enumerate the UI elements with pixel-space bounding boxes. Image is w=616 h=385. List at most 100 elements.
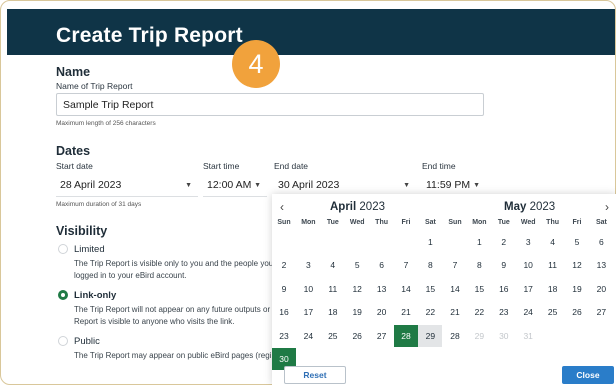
step-badge: 4 bbox=[232, 40, 280, 88]
calendar-day[interactable]: 18 bbox=[321, 301, 345, 323]
calendar-day[interactable]: 8 bbox=[467, 254, 491, 276]
weekday-header: Sun bbox=[277, 219, 291, 226]
calendar-day[interactable]: 21 bbox=[443, 301, 467, 323]
reset-button[interactable]: Reset bbox=[284, 366, 346, 384]
calendar-day[interactable]: 25 bbox=[541, 301, 565, 323]
option-label-limited: Limited bbox=[74, 244, 105, 255]
weekday-header: Mon bbox=[301, 219, 316, 226]
calendar-day[interactable]: 28 bbox=[394, 324, 418, 347]
end-time-value: 11:59 PM bbox=[426, 179, 471, 191]
weekday-header: Fri bbox=[572, 219, 582, 226]
calendar-day[interactable]: 3 bbox=[296, 254, 320, 276]
weekday-header: Wed bbox=[520, 219, 536, 226]
calendar-day[interactable]: 22 bbox=[467, 301, 491, 323]
end-time-label: End time bbox=[422, 161, 456, 171]
close-button[interactable]: Close bbox=[562, 366, 614, 384]
calendar-day[interactable]: 10 bbox=[516, 254, 540, 276]
calendar-day[interactable]: 8 bbox=[418, 254, 442, 276]
weekday-header: Tue bbox=[326, 219, 339, 226]
calendar-day[interactable]: 4 bbox=[541, 231, 565, 253]
calendar-day[interactable]: 15 bbox=[467, 278, 491, 300]
calendar-day[interactable]: 14 bbox=[443, 278, 467, 300]
calendar-day[interactable]: 2 bbox=[272, 254, 296, 276]
calendar-day[interactable]: 1 bbox=[467, 231, 491, 253]
dates-hint: Maximum duration of 31 days bbox=[56, 201, 142, 208]
calendar-day[interactable]: 12 bbox=[345, 278, 369, 300]
option-desc-line: The Trip Report will not appear on any f… bbox=[74, 305, 271, 314]
weekday-header: Sun bbox=[448, 219, 462, 226]
option-desc-link-only: The Trip Report will not appear on any f… bbox=[74, 304, 284, 328]
calendar-day[interactable]: 27 bbox=[589, 301, 613, 323]
calendar-day[interactable]: 24 bbox=[296, 325, 320, 347]
option-desc-line: The Trip Report is visible only to you a… bbox=[74, 259, 274, 268]
calendar-day[interactable]: 13 bbox=[370, 278, 394, 300]
end-date-label: End date bbox=[274, 161, 309, 171]
option-desc-line: The Trip Report may appear on public eBi… bbox=[74, 351, 272, 360]
calendar-day[interactable]: 26 bbox=[565, 301, 589, 323]
next-month-icon[interactable]: › bbox=[605, 200, 609, 214]
option-desc-public: The Trip Report may appear on public eBi… bbox=[74, 350, 284, 362]
month-year: 2023 bbox=[529, 201, 556, 213]
month-year: 2023 bbox=[359, 201, 385, 213]
calendar-day[interactable]: 2 bbox=[492, 231, 516, 253]
name-hint: Maximum length of 256 characters bbox=[56, 120, 156, 127]
calendar-day[interactable]: 22 bbox=[418, 301, 442, 323]
calendar-day[interactable]: 3 bbox=[516, 231, 540, 253]
calendar-day[interactable]: 24 bbox=[516, 301, 540, 323]
calendar-day[interactable]: 7 bbox=[394, 254, 418, 276]
calendar-day[interactable]: 11 bbox=[541, 254, 565, 276]
option-desc-limited: The Trip Report is visible only to you a… bbox=[74, 258, 284, 282]
calendar-day[interactable]: 29 bbox=[418, 324, 443, 347]
calendar-day[interactable]: 10 bbox=[296, 278, 320, 300]
calendar-day[interactable]: 12 bbox=[565, 254, 589, 276]
calendar-day: 29 bbox=[474, 330, 485, 341]
calendar-day[interactable]: 11 bbox=[321, 278, 345, 300]
calendar-day[interactable]: 20 bbox=[589, 278, 613, 300]
calendar-day[interactable]: 23 bbox=[272, 325, 296, 347]
calendar-day[interactable]: 18 bbox=[541, 278, 565, 300]
trip-report-name-input[interactable]: Sample Trip Report bbox=[56, 93, 484, 116]
calendar-day[interactable]: 1 bbox=[418, 231, 442, 253]
calendar-day[interactable]: 16 bbox=[272, 301, 296, 323]
calendar-day[interactable]: 28 bbox=[443, 325, 467, 347]
calendar-day[interactable]: 7 bbox=[443, 254, 467, 276]
radio-limited[interactable] bbox=[58, 244, 68, 254]
prev-month-icon[interactable]: ‹ bbox=[280, 200, 284, 214]
calendar-day[interactable]: 16 bbox=[492, 278, 516, 300]
radio-public[interactable] bbox=[58, 336, 68, 346]
calendar-day[interactable]: 17 bbox=[516, 278, 540, 300]
calendar-day[interactable]: 17 bbox=[296, 301, 320, 323]
chevron-down-icon: ▼ bbox=[185, 182, 192, 189]
page-title: Create Trip Report bbox=[56, 24, 243, 47]
start-date-select[interactable]: 28 April 2023 ▼ bbox=[56, 174, 198, 197]
calendar-day[interactable]: 9 bbox=[272, 278, 296, 300]
radio-link-only[interactable] bbox=[58, 290, 68, 300]
weekday-header: Sat bbox=[424, 219, 436, 226]
calendar-day[interactable]: 27 bbox=[370, 325, 394, 347]
page-header: Create Trip Report bbox=[7, 9, 615, 55]
calendar-day: 30 bbox=[499, 330, 509, 341]
calendar-day[interactable]: 26 bbox=[345, 325, 369, 347]
weekday-header: Wed bbox=[349, 219, 365, 226]
calendar-day[interactable]: 6 bbox=[370, 254, 394, 276]
weekday-header: Fri bbox=[401, 219, 411, 226]
month-title-april: April 2023 bbox=[330, 201, 385, 213]
calendar-day[interactable]: 21 bbox=[394, 301, 418, 323]
calendar-day[interactable]: 20 bbox=[370, 301, 394, 323]
calendar-day[interactable]: 5 bbox=[345, 254, 369, 276]
calendar-day[interactable]: 6 bbox=[589, 231, 613, 253]
calendar-day[interactable]: 23 bbox=[492, 301, 516, 323]
calendar-day[interactable]: 9 bbox=[492, 254, 516, 276]
calendar-day[interactable]: 14 bbox=[394, 278, 418, 300]
calendar-day[interactable]: 13 bbox=[589, 254, 613, 276]
calendar-day[interactable]: 25 bbox=[321, 325, 345, 347]
calendar-day[interactable]: 4 bbox=[321, 254, 345, 276]
option-desc-line: Report is visible to anyone who visits t… bbox=[74, 317, 235, 326]
dates-heading: Dates bbox=[56, 144, 91, 158]
calendar-day[interactable]: 5 bbox=[565, 231, 589, 253]
calendar-day[interactable]: 19 bbox=[345, 301, 369, 323]
start-time-select[interactable]: 12:00 AM ▼ bbox=[203, 174, 267, 197]
chevron-down-icon: ▼ bbox=[254, 182, 261, 189]
calendar-day[interactable]: 15 bbox=[418, 278, 442, 300]
calendar-day[interactable]: 19 bbox=[565, 278, 589, 300]
